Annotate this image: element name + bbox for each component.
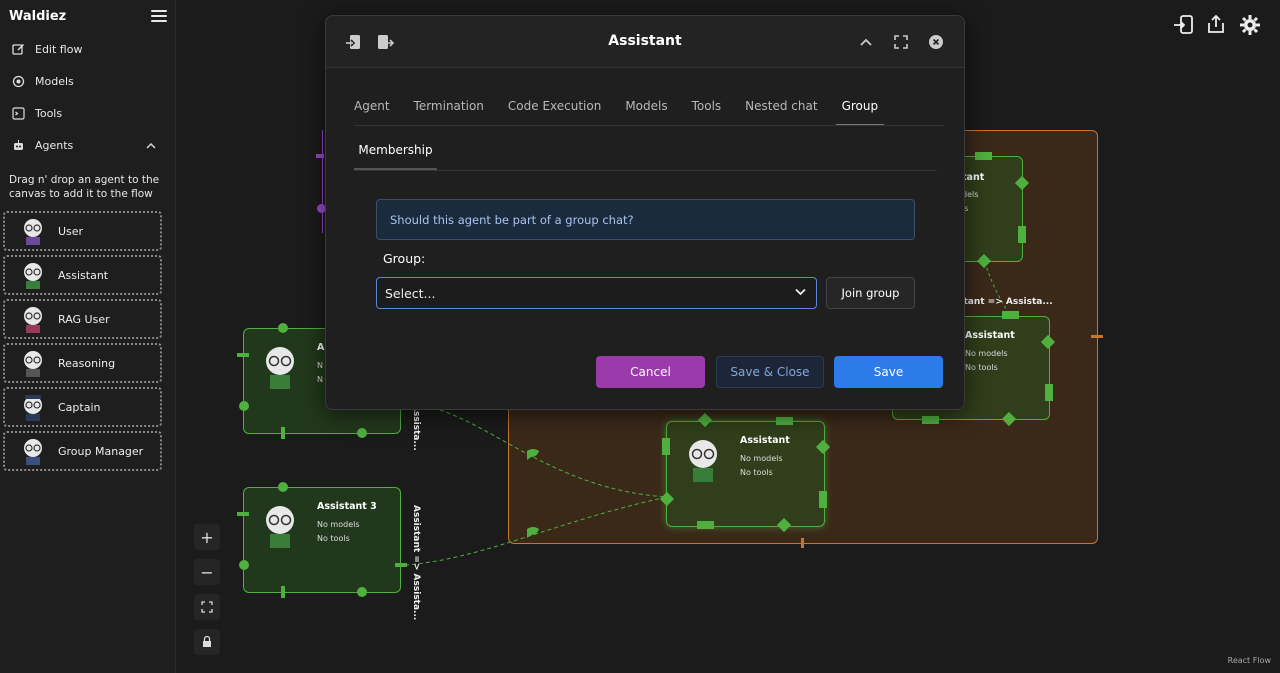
chat-edge-icon[interactable] xyxy=(525,447,541,461)
plus-icon: + xyxy=(200,527,214,547)
zoom-out-button[interactable]: − xyxy=(194,559,220,585)
join-group-button[interactable]: Join group xyxy=(826,277,915,309)
node-handle[interactable] xyxy=(278,482,288,492)
node-handle[interactable] xyxy=(237,353,249,357)
tab-termination[interactable]: Termination xyxy=(414,99,484,126)
node-handle[interactable] xyxy=(239,401,249,411)
node-tools: No tools xyxy=(317,534,350,543)
modal-header: Assistant xyxy=(326,16,964,68)
minus-icon: − xyxy=(200,562,214,582)
node-handle[interactable] xyxy=(281,427,285,439)
assistant-avatar-icon xyxy=(266,347,294,389)
fullscreen-icon[interactable] xyxy=(892,33,910,51)
node-title: tant xyxy=(962,172,985,183)
node-handle[interactable] xyxy=(281,586,285,598)
tab-code-execution[interactable]: Code Execution xyxy=(508,99,601,126)
agent-node-assistant-3[interactable]: Assistant 3 No models No tools xyxy=(243,487,401,593)
node-title: Assistant xyxy=(740,435,790,446)
node-handle[interactable] xyxy=(819,491,827,508)
node-tools: N xyxy=(317,375,323,384)
tab-agent[interactable]: Agent xyxy=(354,99,390,126)
node-handle[interactable] xyxy=(1018,226,1026,243)
node-title: Assistant 3 xyxy=(317,501,377,512)
chat-edge-icon[interactable] xyxy=(525,525,541,539)
modal-tabs: Agent Termination Code Execution Models … xyxy=(354,99,908,126)
subtabs-divider xyxy=(354,170,937,171)
node-title: Assistant xyxy=(965,330,1015,341)
node-handle[interactable] xyxy=(975,152,992,160)
node-handle[interactable] xyxy=(239,560,249,570)
edge-label[interactable]: istant => Assista... xyxy=(955,297,1053,307)
group-label: Group: xyxy=(383,251,426,266)
edge-label[interactable]: Assista... xyxy=(411,404,421,451)
node-models: No models xyxy=(317,520,360,529)
edge-right-node-connector xyxy=(984,261,1011,316)
node-title: A xyxy=(317,342,325,353)
tab-group[interactable]: Group xyxy=(835,99,885,126)
node-handle[interactable] xyxy=(237,512,249,516)
node-models: No models xyxy=(740,454,783,463)
lock-icon xyxy=(203,636,211,647)
edge-assistant1-to-assistant xyxy=(439,409,668,498)
save-and-close-button[interactable]: Save & Close xyxy=(716,356,824,388)
node-models: No models xyxy=(965,349,1008,358)
edge-label[interactable]: Assistant => Assista... xyxy=(411,505,421,620)
tab-tools[interactable]: Tools xyxy=(692,99,722,126)
save-button[interactable]: Save xyxy=(834,356,943,388)
node-handle[interactable] xyxy=(316,154,324,158)
close-icon[interactable] xyxy=(927,33,945,51)
node-models: N xyxy=(317,361,323,370)
tab-nested-chat[interactable]: Nested chat xyxy=(745,99,817,126)
subtab-membership[interactable]: Membership xyxy=(354,143,437,170)
node-handle[interactable] xyxy=(1045,384,1053,401)
group-select[interactable]: Select... xyxy=(376,277,817,309)
assistant-avatar-icon xyxy=(689,440,717,482)
agent-modal: Assistant Agent Termination Code Executi… xyxy=(325,15,965,410)
tab-models[interactable]: Models xyxy=(625,99,667,126)
lock-button[interactable] xyxy=(194,629,220,655)
chevron-down-icon xyxy=(795,288,806,296)
assistant-avatar-icon xyxy=(266,506,294,548)
node-handle[interactable] xyxy=(776,417,793,425)
cancel-button[interactable]: Cancel xyxy=(596,356,705,388)
node-handle[interactable] xyxy=(357,587,367,597)
fit-view-button[interactable] xyxy=(194,594,220,620)
agent-node-assistant[interactable]: Assistant No models No tools xyxy=(666,421,825,527)
group-question-info: Should this agent be part of a group cha… xyxy=(376,199,915,240)
node-handle[interactable] xyxy=(357,428,367,438)
node-handle[interactable] xyxy=(922,416,939,424)
tabs-divider xyxy=(354,125,944,126)
chevron-up-icon[interactable] xyxy=(857,33,875,51)
react-flow-attribution[interactable]: React Flow xyxy=(1228,656,1271,665)
node-handle[interactable] xyxy=(395,563,407,567)
node-tools: No tools xyxy=(965,363,998,372)
group-select-value: Select... xyxy=(385,286,436,301)
node-handle[interactable] xyxy=(697,521,714,529)
fit-view-icon xyxy=(201,601,213,613)
zoom-in-button[interactable]: + xyxy=(194,524,220,550)
node-handle[interactable] xyxy=(278,323,288,333)
node-handle[interactable] xyxy=(662,438,670,455)
node-tools: No tools xyxy=(740,468,773,477)
node-handle[interactable] xyxy=(1002,311,1019,319)
